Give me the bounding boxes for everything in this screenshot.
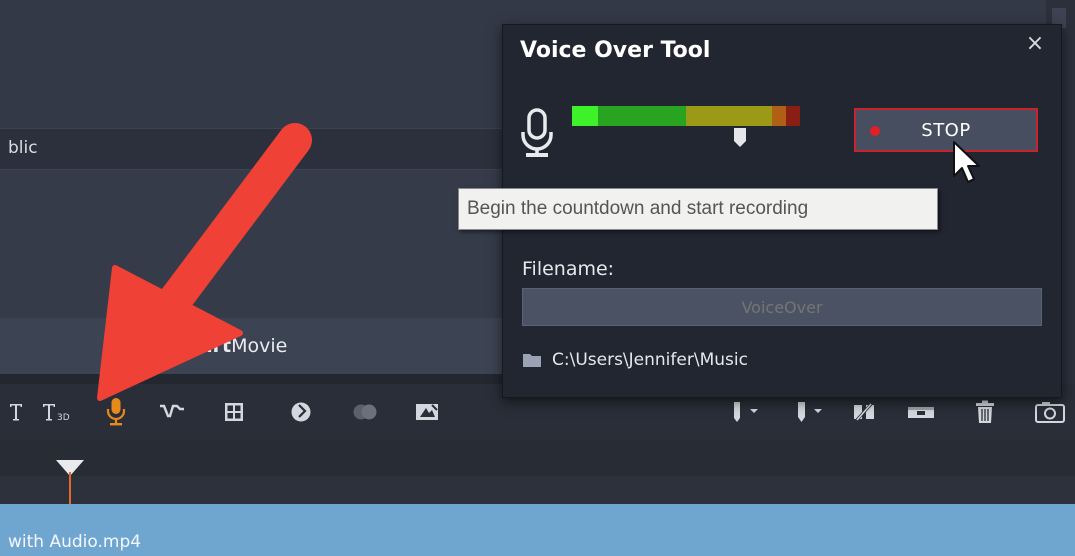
svg-text:3D: 3D (57, 413, 70, 423)
masking-icon[interactable] (350, 397, 380, 427)
marker-icon[interactable] (728, 397, 764, 427)
3d-title-icon[interactable]: 3D (40, 397, 80, 427)
meter-segment-yellow (686, 106, 772, 126)
filename-label: Filename: (522, 258, 615, 280)
split-clip-icon[interactable] (850, 397, 878, 427)
mouse-pointer-icon (952, 140, 986, 188)
close-icon[interactable]: × (1022, 30, 1048, 56)
annotation-arrow-icon (95, 118, 325, 403)
meter-segment-bright (572, 106, 598, 126)
video-clip[interactable] (0, 504, 1075, 556)
dialog-title: Voice Over Tool (520, 38, 711, 63)
meter-segment-orange (772, 106, 786, 126)
stop-button-label: STOP (921, 119, 971, 141)
trim-icon[interactable] (906, 397, 936, 427)
stop-button[interactable]: STOP (854, 108, 1038, 152)
clip-label: with Audio.mp4 (8, 532, 142, 552)
stop-motion-icon[interactable] (414, 397, 440, 427)
delete-icon[interactable] (972, 397, 998, 427)
meter-segment-red (786, 106, 800, 126)
folder-icon[interactable] (522, 352, 542, 368)
timeline-track-header (0, 476, 1075, 504)
microphone-icon (520, 108, 556, 158)
save-path-link[interactable]: C:\Users\Jennifer\Music (552, 350, 748, 370)
snapshot-camera-icon[interactable] (1032, 397, 1068, 427)
public-label: blic (8, 138, 38, 158)
audio-level-meter (572, 106, 800, 126)
title-icon[interactable] (6, 397, 26, 427)
meter-segment-green (598, 106, 686, 126)
volume-slider-handle[interactable] (734, 128, 746, 148)
tooltip: Begin the countdown and start recording (458, 188, 938, 230)
chapter-marker-icon[interactable] (792, 397, 828, 427)
filename-input[interactable] (522, 288, 1042, 326)
record-indicator-icon (870, 126, 880, 136)
